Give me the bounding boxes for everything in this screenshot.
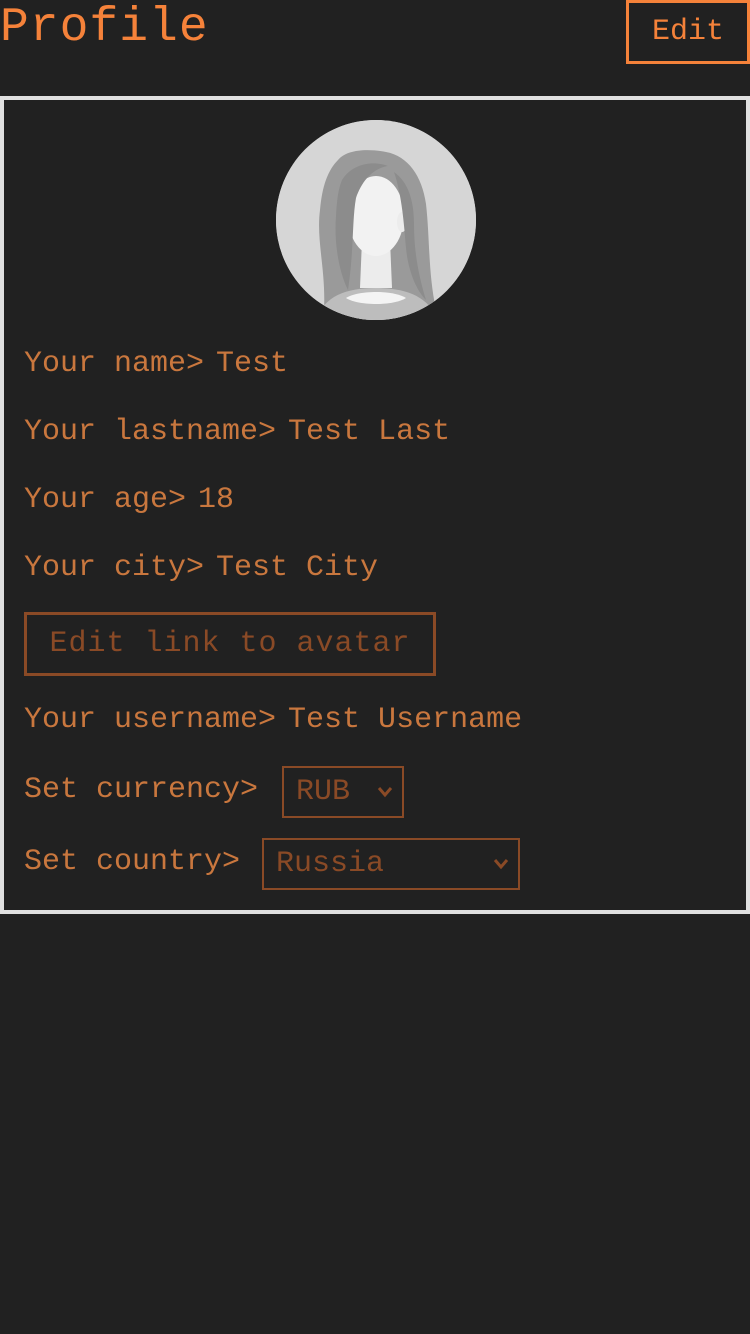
female-avatar-icon (276, 120, 476, 320)
country-select[interactable]: Russia (262, 838, 520, 890)
username-value: Test Username (288, 703, 523, 737)
age-row: Your age> 18 (24, 480, 234, 520)
city-row: Your city> Test City (24, 548, 378, 588)
age-value: 18 (198, 483, 235, 517)
lastname-row: Your lastname> Test Last (24, 412, 450, 452)
country-label: Set country> (24, 845, 241, 879)
profile-card: Your name> Test Your lastname> Test Last Y… (0, 96, 750, 914)
page-title: Profile (0, 1, 209, 55)
name-value: Test (216, 347, 289, 381)
city-value: Test City (216, 551, 379, 585)
country-row: Set country> Russia (24, 838, 520, 890)
name-label: Your name> (24, 347, 205, 381)
header: Profile Edit (0, 0, 750, 96)
chevron-down-icon (377, 787, 393, 798)
city-label: Your city> (24, 551, 205, 585)
name-row: Your name> Test (24, 344, 288, 384)
lastname-label: Your lastname> (24, 415, 277, 449)
username-row: Your username> Test Username (24, 700, 522, 740)
username-label: Your username> (24, 703, 277, 737)
currency-select[interactable]: RUB (282, 766, 404, 818)
currency-selected-value: RUB (296, 775, 351, 809)
lastname-value: Test Last (288, 415, 451, 449)
avatar (276, 120, 476, 320)
age-label: Your age> (24, 483, 187, 517)
edit-avatar-link-button[interactable]: Edit link to avatar (24, 612, 436, 676)
currency-row: Set currency> RUB (24, 766, 404, 818)
country-selected-value: Russia (276, 847, 385, 881)
chevron-down-icon (493, 859, 509, 870)
currency-label: Set currency> (24, 773, 259, 807)
edit-button[interactable]: Edit (626, 0, 750, 64)
